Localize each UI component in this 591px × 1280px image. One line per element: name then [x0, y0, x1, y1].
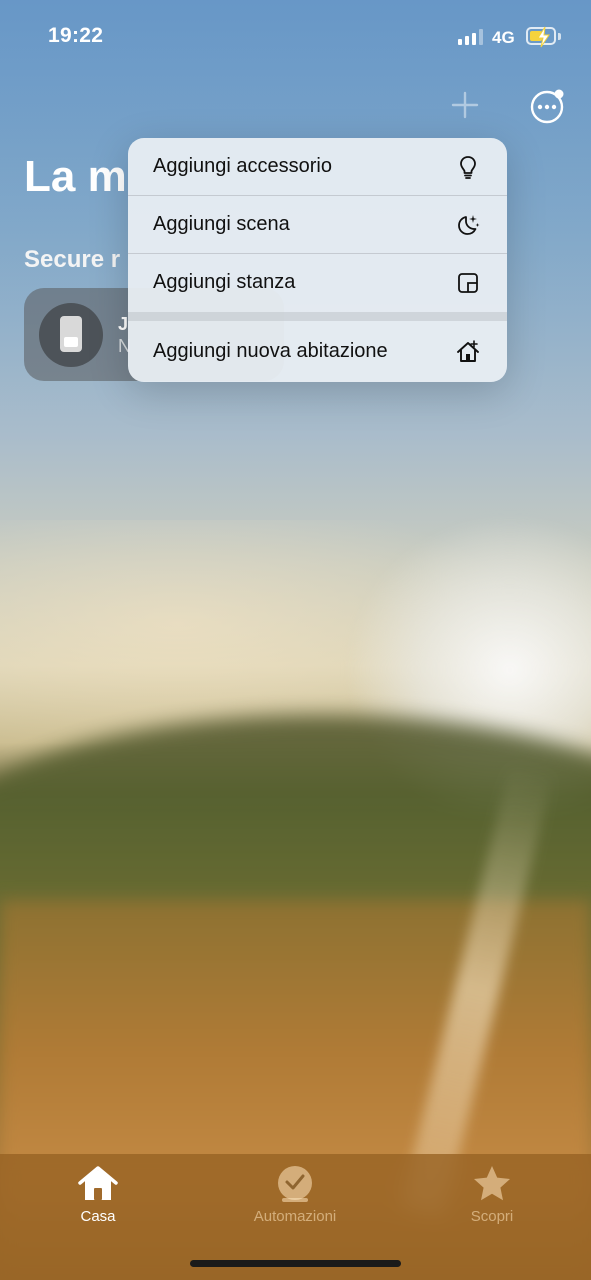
cellular-signal-icon: [458, 29, 483, 45]
battery-icon: [526, 26, 556, 48]
tab-automazioni[interactable]: Automazioni: [230, 1164, 360, 1225]
tab-label: Automazioni: [253, 1208, 337, 1225]
add-icon[interactable]: [450, 90, 480, 120]
network-type: 4G: [492, 28, 515, 47]
tab-label: Scopri: [470, 1208, 514, 1225]
tab-scopri[interactable]: Scopri: [427, 1164, 557, 1225]
menu-item-label: Aggiungi scena: [153, 213, 290, 235]
menu-group-gap: [128, 312, 507, 321]
house-add-icon: [457, 340, 479, 362]
status-time: 19:22: [48, 24, 104, 47]
battery-tip: [558, 33, 561, 40]
home-indicator[interactable]: [190, 1260, 401, 1267]
star-icon: [474, 1166, 510, 1201]
add-menu: Aggiungi accessorio Aggiungi scena Aggiu…: [128, 138, 507, 382]
house-icon: [78, 1166, 118, 1200]
moon-sparkle-icon: [458, 215, 480, 235]
lightbulb-icon: [460, 156, 476, 179]
more-options-icon[interactable]: [529, 89, 565, 125]
clock-check-icon: [278, 1166, 312, 1202]
page-title: La m: [24, 152, 127, 201]
menu-item-add-room[interactable]: Aggiungi stanza: [128, 254, 507, 311]
tab-label: Casa: [80, 1208, 116, 1225]
menu-item-add-accessory[interactable]: Aggiungi accessorio: [128, 138, 507, 195]
menu-item-add-home[interactable]: Aggiungi nuova abitazione: [128, 323, 507, 380]
menu-item-label: Aggiungi nuova abitazione: [153, 340, 388, 362]
menu-item-label: Aggiungi accessorio: [153, 155, 332, 177]
menu-item-add-scene[interactable]: Aggiungi scena: [128, 196, 507, 253]
accessory-name: J: [118, 314, 129, 334]
accessory-device-icon: [39, 303, 103, 367]
section-title: Secure r: [24, 246, 121, 273]
menu-item-label: Aggiungi stanza: [153, 271, 296, 293]
tab-casa[interactable]: Casa: [33, 1164, 163, 1225]
room-icon: [458, 273, 478, 293]
